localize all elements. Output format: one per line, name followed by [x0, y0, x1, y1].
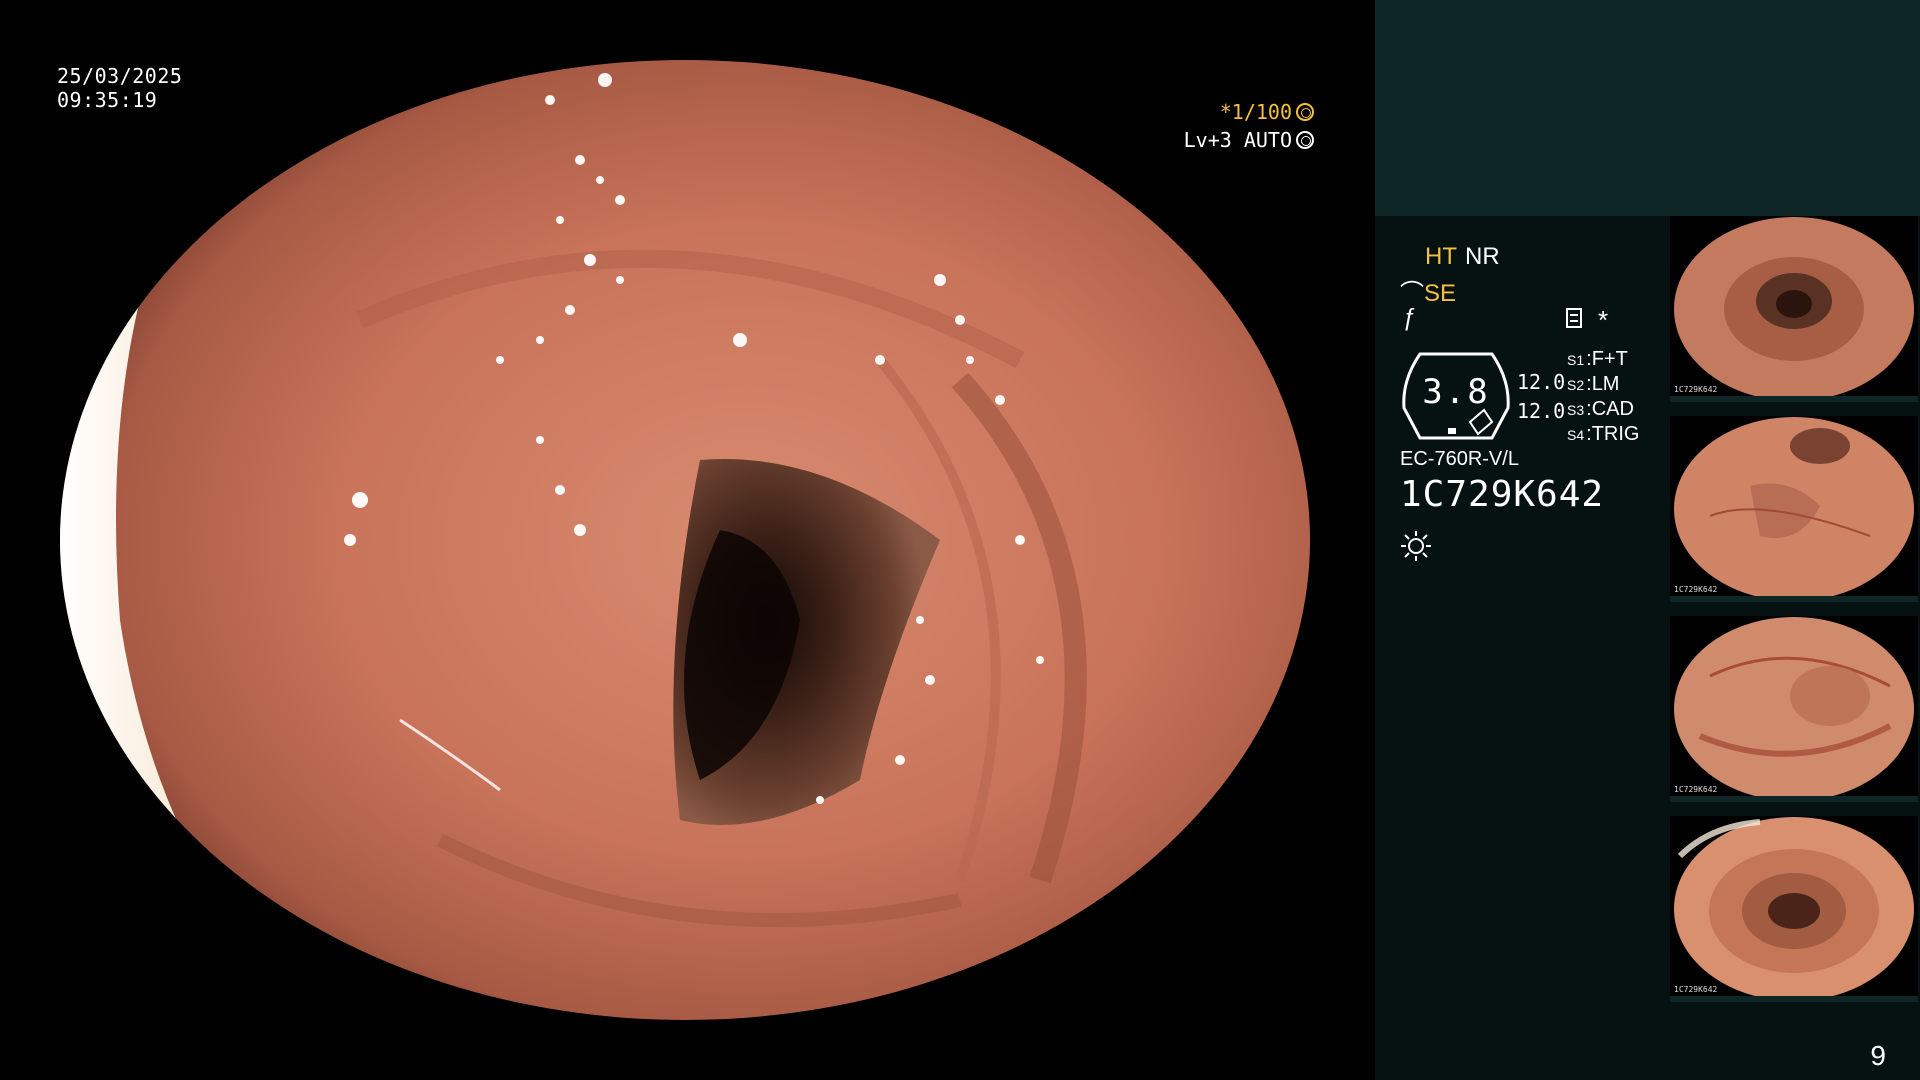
- thumbnail-image: [1674, 417, 1914, 601]
- level-text: Lv+3 AUTO: [1183, 128, 1292, 152]
- scope-model: EC-760R-V/L: [1400, 448, 1519, 470]
- thumbnail[interactable]: 1C729K642: [1670, 616, 1918, 802]
- date-text: 25/03/2025: [57, 64, 183, 88]
- thumbnail-image: [1674, 617, 1914, 801]
- se-status: ⌒SE: [1400, 273, 1456, 308]
- ht-nr-status: HT NR: [1425, 243, 1500, 271]
- switch-s1: S1:F+T: [1567, 348, 1628, 370]
- structure-icon: ⌒: [1400, 280, 1424, 307]
- thumbnail[interactable]: 1C729K642: [1670, 816, 1918, 1002]
- nr-label: NR: [1465, 243, 1500, 270]
- thumbnail-bar: [1670, 396, 1918, 402]
- switch-value: TRIG: [1591, 423, 1640, 445]
- thumbnail-bar: [1670, 596, 1918, 602]
- se-label: SE: [1424, 280, 1457, 307]
- value-one: 12.0: [1517, 370, 1566, 394]
- gauge-value: 3.8: [1422, 372, 1490, 412]
- switch-value: CAD: [1591, 398, 1634, 420]
- asterisk-icon: *: [1598, 305, 1609, 335]
- switch-key: S2: [1567, 377, 1585, 393]
- ht-label: HT: [1425, 243, 1457, 270]
- switch-value: F+T: [1591, 348, 1628, 370]
- date-time: 25/03/2025 09:35:19: [57, 64, 182, 112]
- colon-lumen-view: [60, 60, 1310, 1020]
- switch-s2: S2:LM: [1567, 373, 1620, 395]
- side-panel-top: [1375, 0, 1920, 216]
- value-two: 12.0: [1517, 399, 1566, 423]
- exposure-info: *1/100 Lv+3 AUTO: [1184, 98, 1314, 154]
- switch-key: S3: [1567, 402, 1585, 418]
- thumbnail-label: 1C729K642: [1674, 785, 1718, 794]
- thumbnail-label: 1C729K642: [1674, 385, 1718, 394]
- auto-iris-icon: [1296, 131, 1314, 149]
- thumbnail-bar: [1670, 796, 1918, 802]
- switch-s4: S4:TRIG: [1567, 423, 1640, 445]
- endoscopic-image: [60, 60, 1310, 1020]
- page-number: 9: [1870, 1040, 1886, 1071]
- shutter-text: *1/100: [1219, 100, 1292, 124]
- switch-key: S1: [1567, 352, 1585, 368]
- switch-s3: S3:CAD: [1567, 398, 1634, 420]
- aperture-icon: [1296, 103, 1314, 121]
- thumbnail[interactable]: 1C729K642: [1670, 416, 1918, 602]
- light-source-icon: [1401, 531, 1431, 561]
- switch-value: LM: [1591, 373, 1620, 395]
- thumbnail-image: [1674, 217, 1914, 401]
- thumbnail-image: [1674, 817, 1914, 1001]
- endoscope-screen: 25/03/2025 09:35:19 *1/100 Lv+3 AUTO HT N…: [0, 0, 1920, 1080]
- thumbnail-label: 1C729K642: [1674, 585, 1718, 594]
- color-mode-icon: ƒ: [1402, 304, 1416, 331]
- switch-key: S4: [1567, 427, 1585, 443]
- thumbnail[interactable]: 1C729K642: [1670, 216, 1918, 402]
- thumbnail-bar: [1670, 996, 1918, 1002]
- mode-list-icon: [1566, 308, 1582, 328]
- scope-serial: 1C729K642: [1400, 474, 1605, 515]
- thumbnail-label: 1C729K642: [1674, 985, 1718, 994]
- time-text: 09:35:19: [57, 88, 158, 112]
